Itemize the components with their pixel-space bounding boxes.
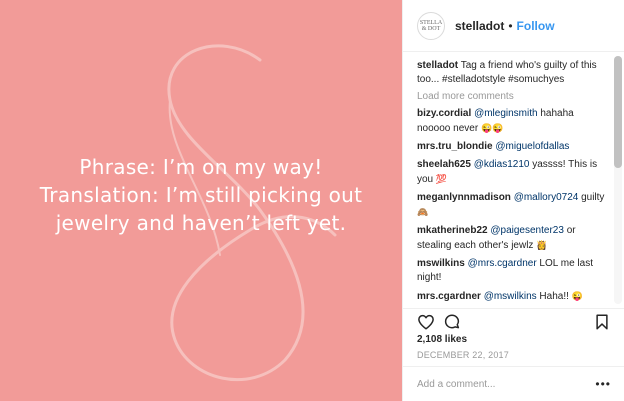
comments-scrollbar[interactable]: [614, 56, 622, 304]
comment-row: mkatherineb22 @paigesenter23 or stealing…: [417, 224, 609, 253]
action-bar: [403, 308, 624, 334]
comment-mention[interactable]: @miguelofdallas: [495, 141, 569, 152]
post-phrase: Phrase: I’m on my way! Translation: I’m …: [0, 153, 402, 237]
comment-row: mswilkins @mrs.cgardner LOL me last nigh…: [417, 257, 609, 285]
comment-emoji: 🙈: [417, 207, 429, 217]
post-date: DECEMBER 22, 2017: [417, 350, 509, 360]
heart-outline-icon[interactable]: [417, 313, 435, 331]
comment-row: mrs.cgardner @mswilkins Haha!! 😜: [417, 289, 609, 304]
header-username[interactable]: stelladot: [455, 19, 504, 33]
avatar[interactable]: STELLA & DOT: [417, 11, 445, 40]
comment-bubble-icon[interactable]: [443, 313, 461, 331]
comments-list[interactable]: stelladot Tag a friend who's guilty of t…: [403, 52, 624, 308]
comment-user[interactable]: sheelah625: [417, 159, 471, 170]
comment-user[interactable]: mkatherineb22: [417, 225, 488, 236]
more-options-icon[interactable]: •••: [595, 377, 611, 391]
comment-emoji: 😜: [571, 291, 583, 301]
caption-user[interactable]: stelladot: [417, 60, 458, 71]
phrase-line: Translation: I’m still picking out: [39, 183, 363, 207]
scrollbar-thumb[interactable]: [614, 56, 622, 168]
comment-text: guilty: [578, 192, 605, 203]
comment-mention[interactable]: @mallory0724: [514, 192, 579, 203]
comment-row: bizy.cordial @mleginsmith hahaha nooooo …: [417, 107, 609, 136]
comment-emoji: 😜😜: [480, 123, 504, 133]
comment-text: Haha!!: [536, 291, 572, 302]
post-side-panel: STELLA & DOT stelladot • Follow stellado…: [402, 0, 624, 401]
comment-row: mrs.tru_blondie @miguelofdallas: [417, 140, 609, 154]
avatar-logo-text: STELLA & DOT: [419, 19, 443, 32]
comment-emoji: 👸: [536, 240, 548, 250]
comment-row: meganlynnmadison @mallory0724 guilty 🙈: [417, 191, 609, 220]
comment-mention[interactable]: @mleginsmith: [474, 108, 538, 119]
follow-button[interactable]: Follow: [517, 19, 555, 33]
comment-emoji: 💯: [435, 174, 448, 184]
post-image: Phrase: I’m on my way! Translation: I’m …: [0, 0, 402, 401]
bookmark-icon[interactable]: [593, 313, 611, 331]
comment-user[interactable]: mrs.tru_blondie: [417, 141, 493, 152]
comment-mention[interactable]: @kdias1210: [474, 159, 530, 170]
comment-user[interactable]: mrs.cgardner: [417, 291, 481, 302]
phrase-line: Phrase: I’m on my way!: [79, 155, 323, 179]
comment-mention[interactable]: @mrs.cgardner: [468, 258, 537, 269]
comment-row: sheelah625 @kdias1210 yassss! This is yo…: [417, 158, 609, 187]
phrase-line: jewelry and haven’t left yet.: [55, 211, 347, 235]
header-separator: •: [508, 18, 513, 33]
add-comment-bar: •••: [403, 366, 624, 401]
comment-mention[interactable]: @paigesenter23: [490, 225, 564, 236]
comment-mention[interactable]: @mswilkins: [484, 291, 537, 302]
comment-user[interactable]: meganlynnmadison: [417, 192, 511, 203]
likes-count[interactable]: 2,108 likes: [417, 334, 467, 345]
load-more-comments-button[interactable]: Load more comments: [417, 91, 609, 102]
add-comment-input[interactable]: [417, 376, 587, 392]
caption: stelladot Tag a friend who's guilty of t…: [417, 59, 609, 87]
post-header: STELLA & DOT stelladot • Follow: [403, 0, 624, 52]
comment-user[interactable]: bizy.cordial: [417, 108, 471, 119]
comment-user[interactable]: mswilkins: [417, 258, 465, 269]
